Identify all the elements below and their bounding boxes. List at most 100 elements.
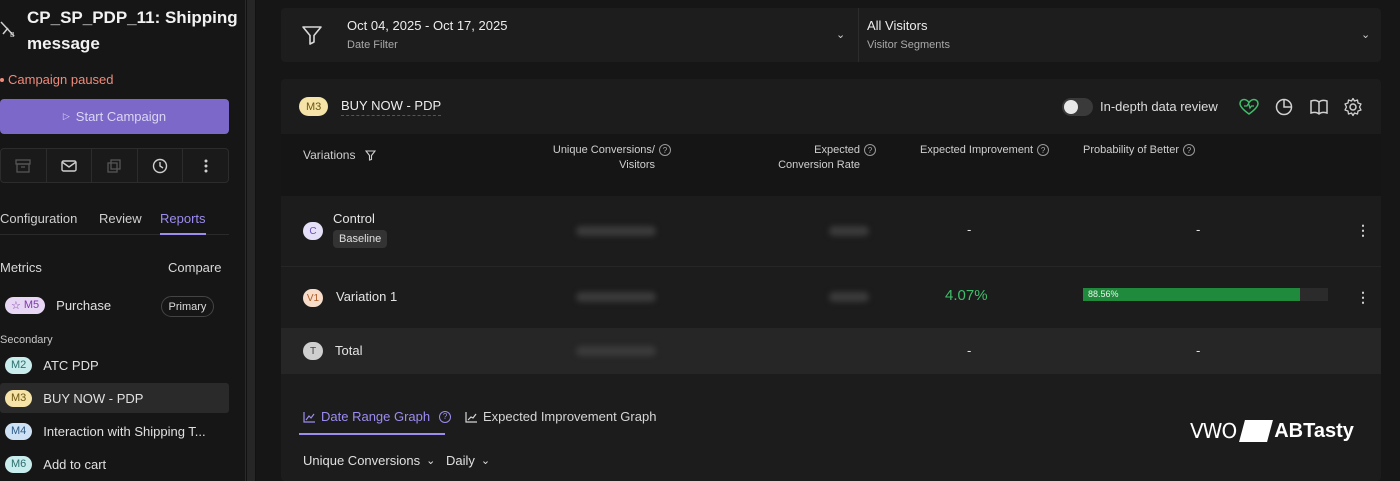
- chevron-down-icon: ⌄: [1361, 29, 1371, 41]
- metric-item-buy-now-pdp[interactable]: M3 BUY NOW - PDP: [0, 383, 229, 413]
- filter-bar: Oct 04, 2025 - Oct 17, 2025 Date Filter …: [281, 8, 1381, 62]
- campaign-status-text: Campaign paused: [8, 72, 114, 87]
- ab-test-icon: B: [0, 18, 18, 39]
- compare-link[interactable]: Compare: [168, 260, 221, 275]
- campaign-title: CP_SP_PDP_11: Shipping message: [27, 8, 238, 53]
- row-menu-icon[interactable]: ⋮: [1356, 222, 1370, 239]
- redacted-value: [829, 292, 869, 302]
- status-dot-icon: [0, 77, 4, 82]
- tab-expected-improvement-graph[interactable]: Expected Improvement Graph: [465, 409, 656, 424]
- metric-item-atc-pdp[interactable]: M2 ATC PDP: [0, 350, 229, 380]
- variation-avatar: V1: [303, 289, 323, 307]
- metric-badge: M6: [5, 455, 33, 473]
- report-main: Oct 04, 2025 - Oct 17, 2025 Date Filter …: [256, 0, 1400, 481]
- expected-improvement-value: -: [967, 222, 972, 237]
- chevron-down-icon: ⌄: [836, 29, 846, 41]
- sidebar-tabs: Configuration Review Reports: [0, 208, 229, 235]
- health-heart-icon[interactable]: [1239, 97, 1259, 117]
- metric-badge: M3: [5, 389, 33, 407]
- variation-name: Total: [335, 343, 363, 358]
- variation-avatar: T: [303, 342, 323, 360]
- secondary-heading: Secondary: [0, 334, 53, 346]
- metric-badge: M4: [5, 422, 33, 440]
- variation-avatar: C: [303, 222, 323, 240]
- line-chart-icon: [303, 411, 315, 423]
- metric-item-interaction-shipping[interactable]: M4 Interaction with Shipping T...: [0, 416, 229, 446]
- primary-tag: Primary: [161, 296, 214, 317]
- history-icon[interactable]: [138, 149, 184, 182]
- duplicate-icon[interactable]: [92, 149, 138, 182]
- panel-header: M3 BUY NOW - PDP In-depth data review: [281, 79, 1381, 134]
- help-icon[interactable]: ?: [1037, 144, 1050, 157]
- archive-icon[interactable]: [1, 149, 47, 182]
- book-icon[interactable]: [1309, 97, 1329, 117]
- campaign-status: Campaign paused: [0, 72, 114, 87]
- play-icon: ▷: [62, 111, 70, 121]
- vwo-abtasty-watermark: VWO ABTasty: [1190, 419, 1354, 443]
- redacted-value: [576, 346, 656, 356]
- campaign-actions-bar: [0, 148, 229, 183]
- probability-value: -: [1196, 222, 1201, 237]
- active-tab-underline: [299, 433, 445, 435]
- col-expected-conversion-rate: Expected? Conversion Rate: [771, 143, 876, 173]
- abtasty-logo-icon: [1239, 420, 1274, 442]
- segment-label: Visitor Segments: [867, 39, 950, 51]
- more-options-icon[interactable]: [183, 149, 228, 182]
- metric-name: Purchase: [56, 297, 112, 313]
- tab-configuration[interactable]: Configuration: [0, 211, 77, 226]
- metric-name: BUY NOW - PDP: [43, 390, 144, 406]
- start-campaign-label: Start Campaign: [75, 109, 167, 124]
- granularity-dropdown[interactable]: Daily ⌄: [446, 453, 490, 468]
- metric-item-add-to-cart[interactable]: M6 Add to cart: [0, 449, 229, 479]
- filter-icon[interactable]: [364, 148, 376, 162]
- table-header: Variations Unique Conversions/? Visitors…: [281, 134, 1381, 196]
- probability-bar: 88.56%: [1083, 288, 1328, 301]
- redacted-value: [576, 226, 656, 236]
- metrics-heading: Metrics: [0, 260, 42, 275]
- baseline-tag: Baseline: [333, 230, 388, 248]
- settings-gear-icon[interactable]: [1343, 97, 1363, 117]
- measure-dropdown[interactable]: Unique Conversions ⌄: [303, 453, 435, 468]
- help-icon[interactable]: ?: [1183, 144, 1195, 157]
- tab-reports[interactable]: Reports: [160, 211, 206, 235]
- metric-name: Add to cart: [43, 456, 107, 472]
- chevron-down-icon: ⌄: [426, 455, 436, 467]
- table-row: C Control Baseline - - ⋮: [281, 196, 1381, 266]
- table-row-total: T Total - -: [281, 328, 1381, 374]
- probability-value: -: [1196, 343, 1201, 358]
- panel-separator: [247, 0, 255, 481]
- trend-chart-icon: [465, 411, 477, 423]
- filter-icon[interactable]: [301, 24, 323, 46]
- in-depth-review-label: In-depth data review: [1100, 99, 1218, 114]
- date-range-value: Oct 04, 2025 - Oct 17, 2025: [347, 18, 508, 33]
- help-icon[interactable]: ?: [439, 410, 452, 423]
- mail-icon[interactable]: [47, 149, 93, 182]
- tab-date-range-graph[interactable]: Date Range Graph ?: [303, 409, 452, 424]
- svg-text:B: B: [10, 32, 15, 38]
- redacted-value: [576, 292, 656, 302]
- metric-badge: M3: [299, 97, 329, 116]
- row-menu-icon[interactable]: ⋮: [1356, 289, 1370, 306]
- expected-improvement-value: 4.07%: [945, 287, 988, 304]
- date-filter-label: Date Filter: [347, 39, 398, 51]
- help-icon[interactable]: ?: [864, 144, 876, 157]
- col-variations[interactable]: Variations: [303, 148, 376, 163]
- probability-value: 88.56%: [1088, 289, 1119, 299]
- expected-improvement-value: -: [967, 343, 972, 358]
- metric-badge: ☆ M5: [5, 296, 46, 314]
- start-campaign-button[interactable]: ▷ Start Campaign: [0, 99, 229, 134]
- variation-name: Variation 1: [336, 289, 398, 304]
- star-icon: ☆: [11, 299, 21, 312]
- col-unique-conversions: Unique Conversions/? Visitors: [551, 143, 671, 173]
- in-depth-review-toggle[interactable]: [1062, 98, 1093, 116]
- tab-review[interactable]: Review: [99, 211, 142, 226]
- filter-divider: [858, 8, 859, 62]
- help-icon[interactable]: ?: [659, 144, 671, 157]
- vwo-logo: VWO: [1190, 419, 1237, 443]
- col-expected-improvement: Expected Improvement?: [920, 143, 1050, 158]
- report-metric-name: BUY NOW - PDP: [341, 98, 442, 116]
- pie-chart-icon[interactable]: [1274, 97, 1294, 117]
- metric-name: Interaction with Shipping T...: [43, 423, 206, 439]
- metric-badge: M2: [5, 356, 33, 374]
- col-probability-of-better: Probability of Better?: [1083, 143, 1195, 158]
